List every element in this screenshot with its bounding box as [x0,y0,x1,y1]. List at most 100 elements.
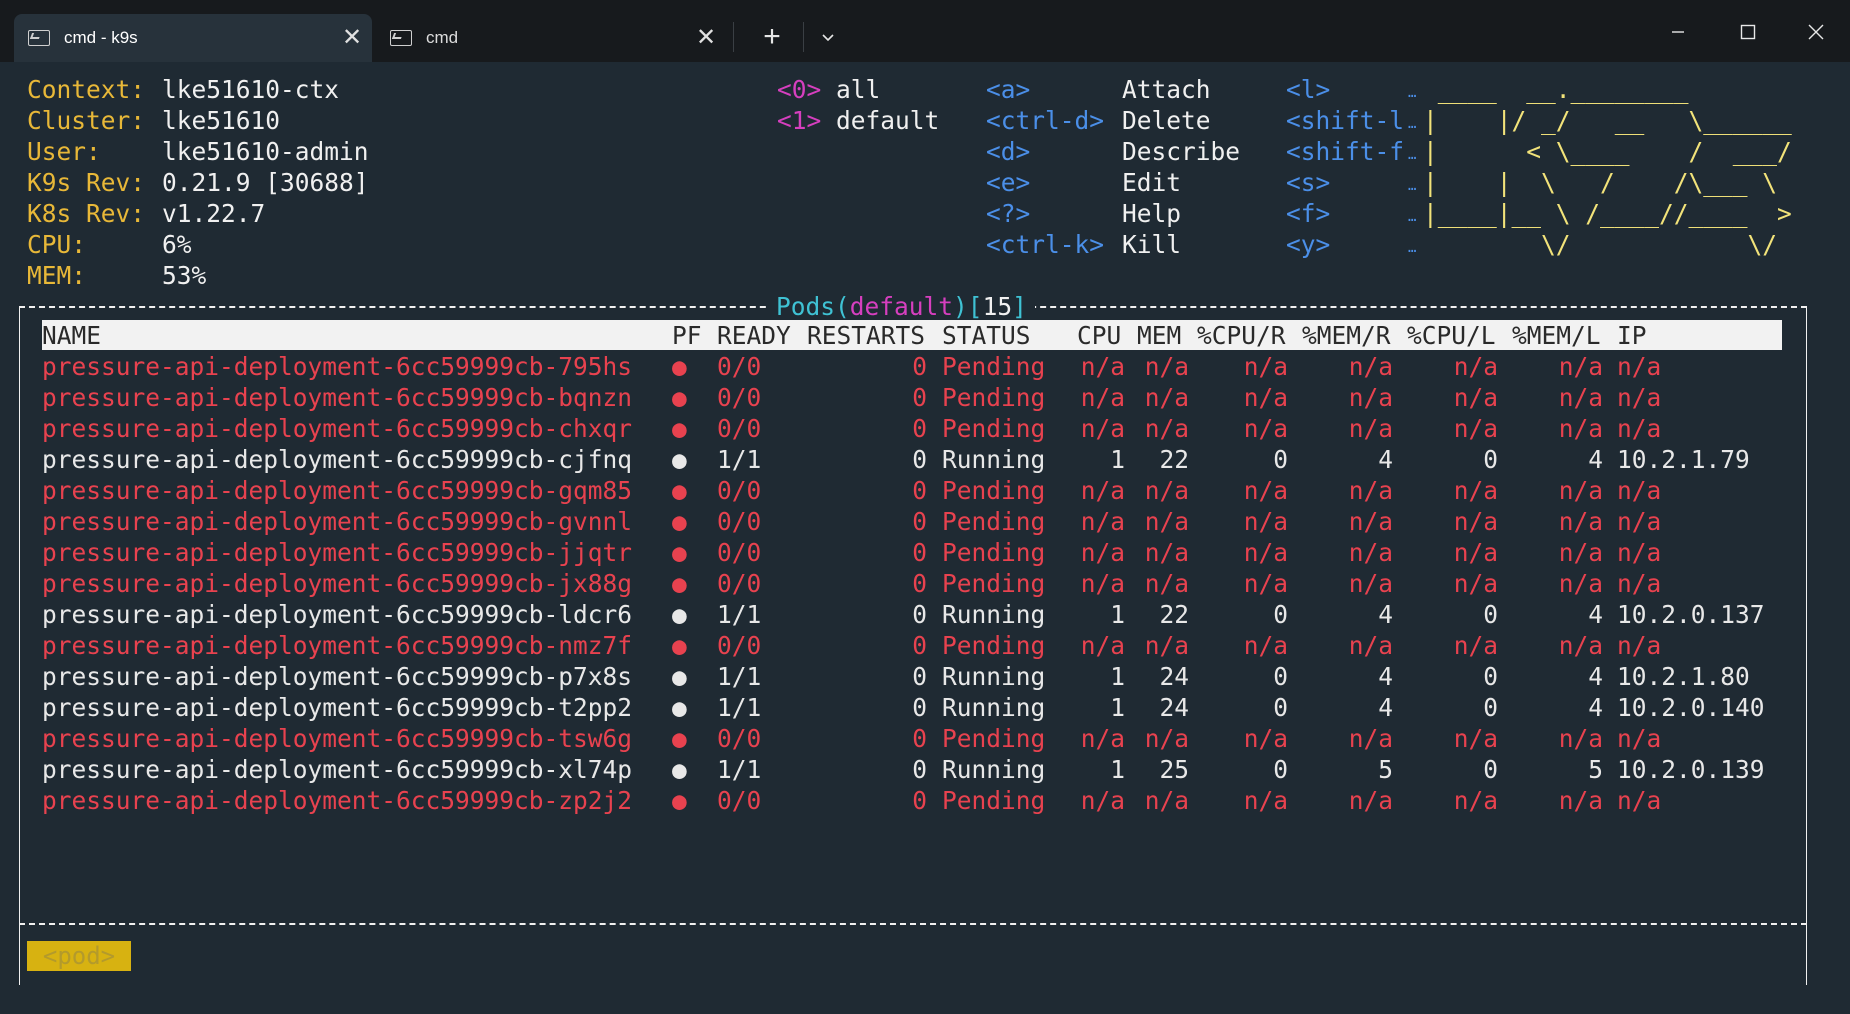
tab-dropdown-button[interactable] [808,18,848,56]
cell-name: pressure-api-deployment-6cc59999cb-bqnzn [42,383,633,412]
cell-ip: n/a [1617,786,1662,815]
maximize-button[interactable] [1725,14,1771,50]
column-header[interactable]: PF [672,320,702,351]
tab-label: cmd - k9s [64,28,138,47]
cell-pf: ● [672,414,687,443]
table-row[interactable]: pressure-api-deployment-6cc59999cb-jjqtr… [42,537,1782,568]
cell-name: pressure-api-deployment-6cc59999cb-p7x8s [42,662,633,691]
cell-status: Pending [942,724,1046,753]
minimize-button[interactable] [1655,14,1701,50]
terminal-icon [390,30,412,46]
column-header[interactable]: %CPU/R [1197,320,1286,351]
cell-ip: 10.2.1.79 [1617,445,1750,474]
cell-ready: 0/0 [717,569,762,598]
cell-meml: n/a [1558,631,1603,660]
close-icon[interactable]: ✕ [686,26,726,50]
cell-name: pressure-api-deployment-6cc59999cb-gvnnl [42,507,633,536]
column-header[interactable]: CPU [1077,320,1121,351]
cell-ready: 0/0 [717,414,762,443]
close-icon[interactable]: ✕ [332,26,372,50]
cell-mem: n/a [1144,507,1189,536]
cell-ip: 10.2.0.139 [1617,755,1765,784]
new-tab-button[interactable]: + [752,18,792,56]
cell-cpul: n/a [1453,476,1498,505]
table-row[interactable]: pressure-api-deployment-6cc59999cb-bqnzn… [42,382,1782,413]
cell-status: Running [942,445,1046,474]
cell-restarts: 0 [912,414,927,443]
tab-cmd-k9s[interactable]: cmd - k9s ✕ [14,14,372,62]
shortcut-key: <shift-l [1286,106,1405,135]
table-row[interactable]: pressure-api-deployment-6cc59999cb-795hs… [42,351,1782,382]
cell-pf: ● [672,755,687,784]
ellipsis-icon: … [1408,209,1417,225]
ellipsis-icon: … [1408,147,1417,163]
cell-restarts: 0 [912,724,927,753]
cell-cpur: n/a [1243,569,1288,598]
table-row[interactable]: pressure-api-deployment-6cc59999cb-p7x8s… [42,661,1782,692]
cell-cpur: n/a [1243,476,1288,505]
cell-restarts: 0 [912,538,927,567]
logo-line: |____|__ \ /____//____ > [1423,199,1792,228]
minimize-icon [1672,31,1684,33]
cell-ip: n/a [1617,383,1662,412]
column-header[interactable]: IP [1617,320,1647,351]
cell-ip: n/a [1617,507,1662,536]
column-header[interactable]: %CPU/L [1407,320,1496,351]
cell-memr: n/a [1348,352,1393,381]
cell-memr: 5 [1378,755,1393,784]
column-header[interactable]: NAME [42,320,101,351]
table-row[interactable]: pressure-api-deployment-6cc59999cb-xl74p… [42,754,1782,785]
cell-cpur: n/a [1243,383,1288,412]
table-row[interactable]: pressure-api-deployment-6cc59999cb-chxqr… [42,413,1782,444]
column-header[interactable]: MEM [1137,320,1181,351]
table-row[interactable]: pressure-api-deployment-6cc59999cb-jx88g… [42,568,1782,599]
tab-cmd[interactable]: cmd ✕ [376,14,726,62]
cell-cpu: n/a [1080,352,1125,381]
table-row[interactable]: pressure-api-deployment-6cc59999cb-zp2j2… [42,785,1782,816]
ellipsis-icon: … [1408,178,1417,194]
cell-pf: ● [672,352,687,381]
cell-status: Pending [942,569,1046,598]
cell-cpu: 1 [1110,600,1125,629]
cell-status: Pending [942,631,1046,660]
logo-line: | < \____ / ___/ [1423,137,1792,166]
title-bar: cmd - k9s ✕ cmd ✕ + [0,0,1850,62]
window-close-button[interactable] [1793,14,1839,50]
cell-mem: 25 [1159,755,1189,784]
cell-status: Pending [942,786,1046,815]
cell-ready: 1/1 [717,755,762,784]
namespace-key: <0> [777,75,822,104]
cell-meml: 4 [1588,662,1603,691]
cell-cpul: n/a [1453,631,1498,660]
table-row[interactable]: pressure-api-deployment-6cc59999cb-gvnnl… [42,506,1782,537]
table-row[interactable]: pressure-api-deployment-6cc59999cb-tsw6g… [42,723,1782,754]
cell-ready: 0/0 [717,631,762,660]
cell-meml: n/a [1558,538,1603,567]
info-label: MEM: [27,261,87,290]
table-row[interactable]: pressure-api-deployment-6cc59999cb-gqm85… [42,475,1782,506]
terminal[interactable]: Context: lke51610-ctx Cluster: lke51610 … [0,62,1850,1014]
cell-pf: ● [672,383,687,412]
table-row[interactable]: pressure-api-deployment-6cc59999cb-nmz7f… [42,630,1782,661]
column-header[interactable]: STATUS [942,320,1031,351]
cell-name: pressure-api-deployment-6cc59999cb-nmz7f [42,631,633,660]
breadcrumb[interactable]: <pod> [27,941,131,971]
table-row[interactable]: pressure-api-deployment-6cc59999cb-cjfnq… [42,444,1782,475]
table-row[interactable]: pressure-api-deployment-6cc59999cb-t2pp2… [42,692,1782,723]
cell-mem: n/a [1144,383,1189,412]
cell-pf: ● [672,507,687,536]
cell-mem: n/a [1144,724,1189,753]
cell-meml: 4 [1588,445,1603,474]
column-header[interactable]: RESTARTS [807,320,925,351]
cell-status: Pending [942,414,1046,443]
cell-ready: 0/0 [717,352,762,381]
cell-ip: n/a [1617,352,1662,381]
table-row[interactable]: pressure-api-deployment-6cc59999cb-ldcr6… [42,599,1782,630]
column-header[interactable]: %MEM/L [1512,320,1601,351]
cell-memr: n/a [1348,538,1393,567]
column-header[interactable]: READY [717,320,791,351]
cell-ip: n/a [1617,414,1662,443]
cell-restarts: 0 [912,600,927,629]
chevron-down-icon [822,34,834,42]
column-header[interactable]: %MEM/R [1302,320,1391,351]
